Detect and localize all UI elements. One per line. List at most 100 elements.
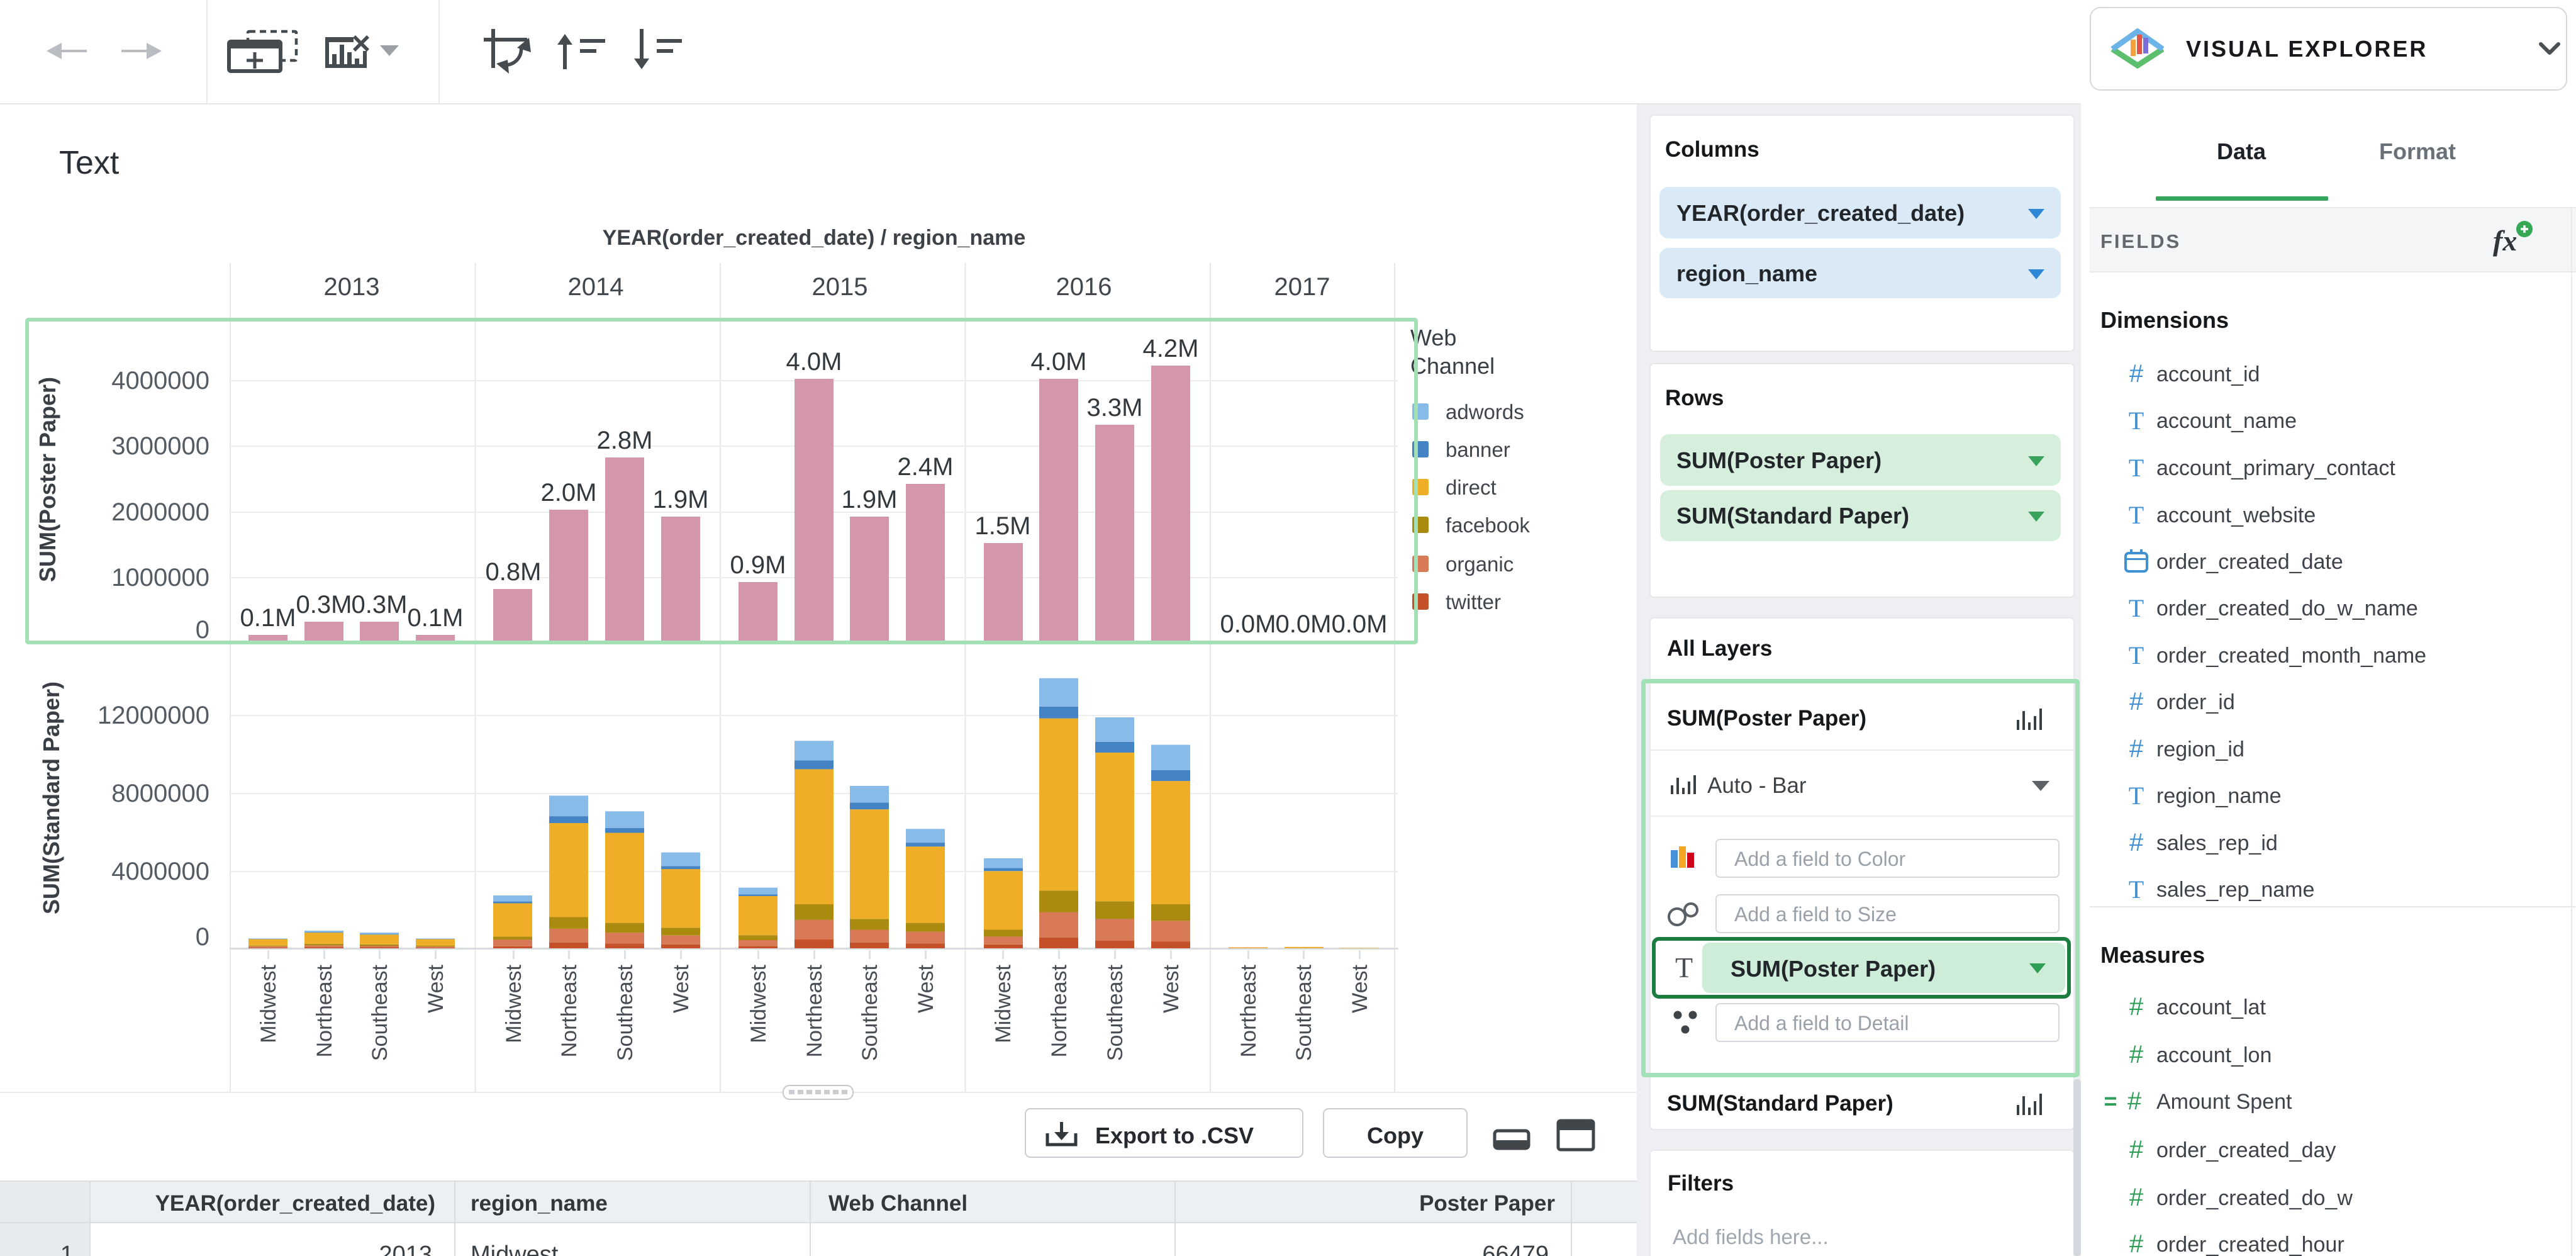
svg-text:account_website: account_website (2156, 503, 2316, 527)
svg-text:0.3M: 0.3M (352, 591, 408, 619)
svg-text:Channel: Channel (1410, 353, 1495, 379)
svg-text:fx: fx (2493, 225, 2517, 257)
svg-text:SUM(Poster Paper): SUM(Poster Paper) (1731, 956, 1936, 982)
svg-text:VISUAL EXPLORER: VISUAL EXPLORER (2186, 36, 2428, 62)
svg-text:Add a field to Size: Add a field to Size (1734, 903, 1897, 926)
svg-text:Midwest: Midwest (502, 964, 526, 1043)
svg-text:order_created_hour: order_created_hour (2156, 1233, 2345, 1256)
svg-text:2013: 2013 (379, 1242, 432, 1256)
svg-text:account_primary_contact: account_primary_contact (2156, 456, 2395, 480)
svg-text:direct: direct (1446, 476, 1497, 499)
svg-text:T: T (2129, 501, 2144, 529)
svg-text:2.4M: 2.4M (898, 453, 954, 481)
svg-text:T: T (2129, 594, 2144, 622)
svg-text:0.3M: 0.3M (296, 591, 352, 619)
svg-text:sales_rep_id: sales_rep_id (2156, 831, 2278, 855)
svg-text:SUM(Standard Paper): SUM(Standard Paper) (38, 681, 64, 914)
svg-text:#: # (2129, 1041, 2144, 1068)
svg-text:0.1M: 0.1M (240, 604, 296, 632)
svg-text:Midwest: Midwest (747, 964, 771, 1043)
svg-text:1: 1 (60, 1242, 74, 1256)
svg-text:12000000: 12000000 (98, 702, 209, 729)
svg-text:SUM(Standard Paper): SUM(Standard Paper) (1676, 503, 1909, 529)
svg-text:West: West (1348, 964, 1372, 1012)
svg-text:0.9M: 0.9M (730, 551, 786, 579)
svg-text:Format: Format (2379, 138, 2456, 164)
svg-text:Filters: Filters (1668, 1171, 1734, 1196)
svg-text:T: T (1675, 951, 1693, 984)
svg-text:Northeast: Northeast (313, 964, 337, 1057)
svg-text:facebook: facebook (1446, 513, 1530, 537)
svg-text:#: # (2129, 735, 2144, 763)
svg-text:3000000: 3000000 (111, 432, 209, 460)
svg-text:0.0M: 0.0M (1332, 610, 1388, 638)
svg-text:0.0M: 0.0M (1220, 610, 1276, 638)
svg-text:#: # (2129, 360, 2144, 388)
svg-text:4.2M: 4.2M (1143, 335, 1199, 362)
svg-text:region_name: region_name (471, 1191, 608, 1216)
svg-text:account_lat: account_lat (2156, 995, 2266, 1019)
svg-text:Dimensions: Dimensions (2100, 307, 2229, 333)
svg-text:2000000: 2000000 (111, 498, 209, 526)
svg-text:Data: Data (2217, 138, 2267, 164)
svg-text:4000000: 4000000 (111, 858, 209, 885)
svg-text:#: # (2129, 1136, 2144, 1163)
svg-text:West: West (914, 964, 938, 1012)
svg-text:=: = (2104, 1088, 2117, 1114)
svg-text:Southeast: Southeast (368, 964, 392, 1061)
svg-text:SUM(Poster Paper): SUM(Poster Paper) (1667, 706, 1866, 731)
svg-text:account_name: account_name (2156, 409, 2297, 433)
svg-text:Midwest: Midwest (257, 964, 281, 1043)
svg-text:region_name: region_name (2156, 784, 2281, 808)
svg-text:FIELDS: FIELDS (2100, 230, 2181, 252)
svg-text:West: West (424, 964, 448, 1012)
svg-text:twitter: twitter (1446, 590, 1501, 614)
svg-text:8000000: 8000000 (111, 780, 209, 807)
svg-text:66479: 66479 (1482, 1242, 1549, 1256)
svg-text:Add fields here...: Add fields here... (1673, 1225, 1829, 1248)
svg-text:Copy: Copy (1367, 1123, 1424, 1148)
svg-text:0.0M: 0.0M (1276, 610, 1332, 638)
svg-text:Web Channel: Web Channel (828, 1191, 967, 1216)
svg-text:region_name: region_name (1676, 261, 1817, 286)
svg-text:Southeast: Southeast (1292, 964, 1316, 1061)
svg-text:Northeast: Northeast (1047, 964, 1071, 1057)
svg-text:Add a field to Detail: Add a field to Detail (1734, 1012, 1909, 1035)
svg-text:West: West (1159, 964, 1183, 1012)
svg-text:2013: 2013 (324, 273, 380, 301)
svg-text:YEAR(order_created_date): YEAR(order_created_date) (155, 1191, 435, 1216)
svg-text:1.9M: 1.9M (842, 486, 898, 513)
svg-text:#: # (2129, 993, 2144, 1021)
svg-text:region_id: region_id (2156, 737, 2244, 761)
svg-text:T: T (2129, 782, 2144, 810)
svg-text:adwords: adwords (1446, 400, 1524, 423)
svg-text:order_created_do_w_name: order_created_do_w_name (2156, 597, 2418, 620)
svg-text:Amount Spent: Amount Spent (2156, 1090, 2292, 1114)
svg-text:1000000: 1000000 (111, 564, 209, 592)
svg-text:0: 0 (196, 616, 209, 644)
svg-text:SUM(Standard Paper): SUM(Standard Paper) (1667, 1091, 1893, 1116)
svg-text:Midwest: Midwest (471, 1242, 559, 1256)
svg-text:#: # (2127, 1087, 2142, 1115)
svg-text:Columns: Columns (1665, 137, 1759, 162)
svg-text:2.0M: 2.0M (541, 479, 597, 507)
svg-text:YEAR(order_created_date) / reg: YEAR(order_created_date) / region_name (603, 226, 1026, 250)
svg-text:0: 0 (196, 923, 209, 951)
svg-text:Auto - Bar: Auto - Bar (1707, 773, 1807, 798)
svg-text:T: T (2129, 407, 2144, 435)
svg-text:4.0M: 4.0M (786, 348, 842, 376)
svg-text:Measures: Measures (2100, 942, 2205, 968)
svg-text:order_created_month_name: order_created_month_name (2156, 644, 2426, 668)
svg-text:sales_rep_name: sales_rep_name (2156, 878, 2314, 902)
svg-text:T: T (2129, 454, 2144, 482)
svg-text:#: # (2129, 1230, 2144, 1256)
svg-text:Add a field to Color: Add a field to Color (1734, 848, 1906, 870)
svg-text:Poster Paper: Poster Paper (1419, 1191, 1555, 1216)
svg-text:Midwest: Midwest (991, 964, 1015, 1043)
svg-text:order_id: order_id (2156, 690, 2235, 714)
svg-text:T: T (2129, 875, 2144, 904)
svg-text:1.5M: 1.5M (975, 512, 1031, 540)
svg-text:Export to .CSV: Export to .CSV (1095, 1123, 1254, 1148)
svg-text:3.3M: 3.3M (1087, 394, 1143, 422)
svg-text:All Layers: All Layers (1667, 636, 1772, 661)
